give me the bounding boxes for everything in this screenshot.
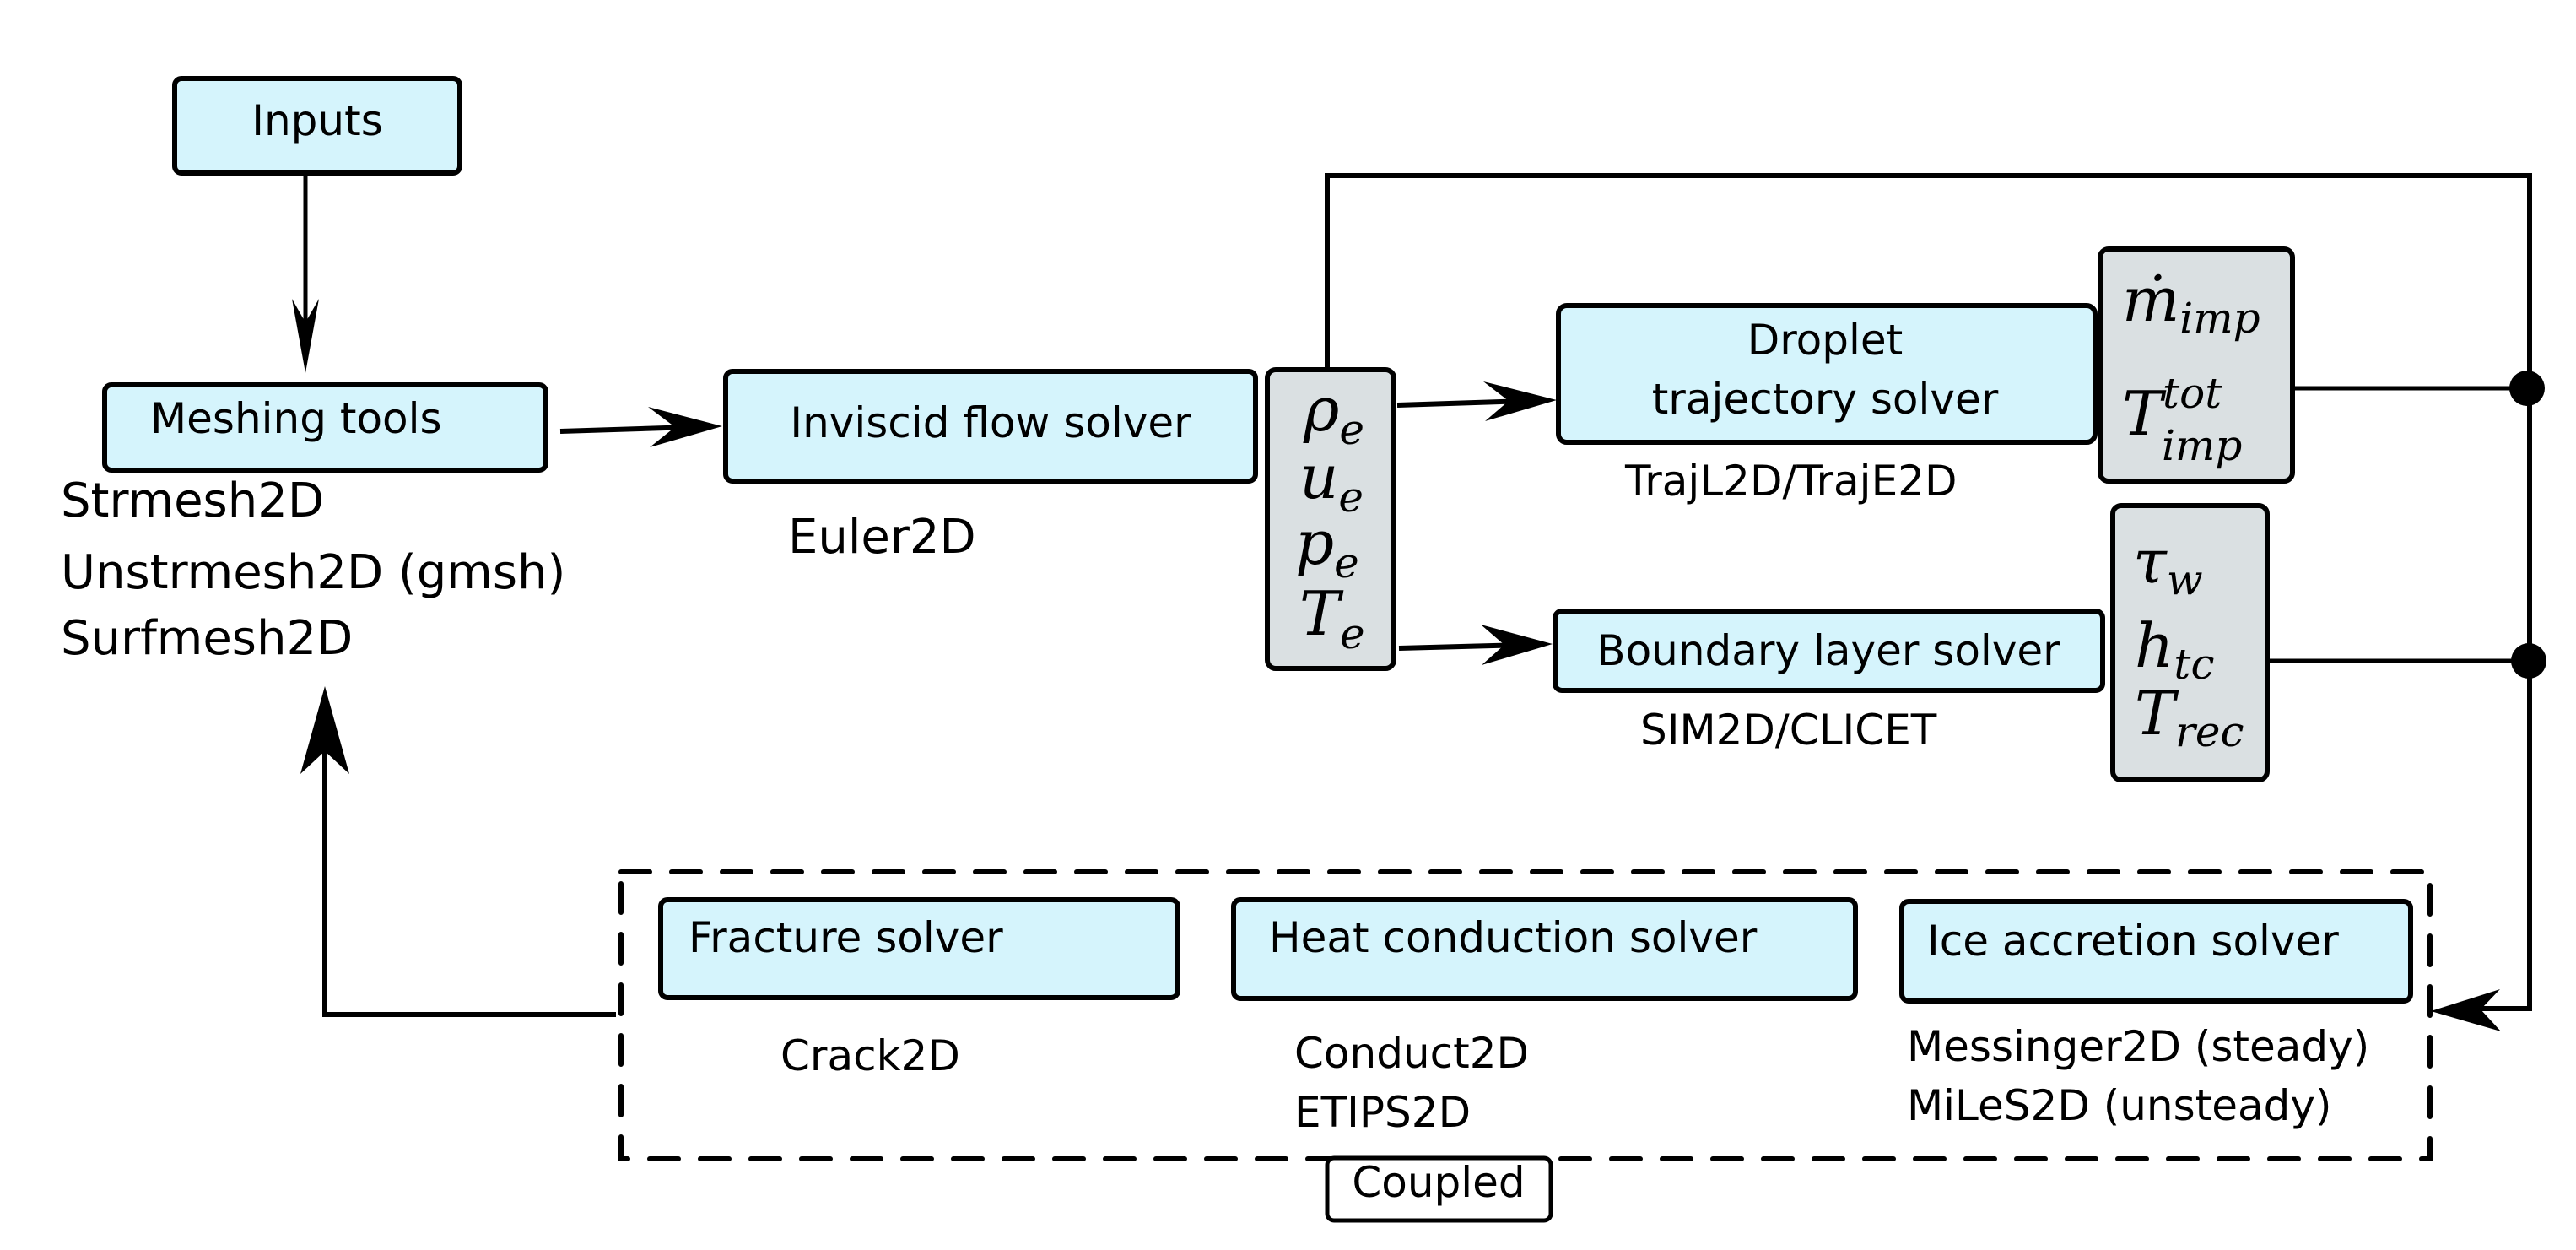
- coupled-label: Coupled: [1352, 1158, 1525, 1207]
- node-ice-accretion-solver[interactable]: Ice accretion solver: [1899, 899, 2413, 1004]
- ice-tool-2: MiLeS2D (unsteady): [1907, 1081, 2332, 1130]
- droplet-label-line2: trajectory solver: [1652, 375, 1999, 424]
- ice-tool-1: Messinger2D (steady): [1907, 1022, 2369, 1071]
- node-droplet-outputs[interactable]: ṁimp Ttot imp: [2098, 246, 2295, 484]
- meshing-tool-3: Surfmesh2D: [61, 611, 353, 666]
- fracture-label: Fracture solver: [689, 913, 1003, 962]
- fracture-tool: Crack2D: [780, 1031, 960, 1080]
- boundary-tool: SIM2D/CLICET: [1640, 706, 1937, 755]
- meshing-tool-2: Unstrmesh2D (gmsh): [61, 545, 565, 600]
- node-droplet-trajectory-solver[interactable]: Droplet trajectory solver: [1556, 303, 2098, 445]
- edge-loop-to-ice: [1325, 173, 2532, 1011]
- node-fracture-solver[interactable]: Fracture solver: [658, 897, 1180, 1000]
- junction-dot-icon: [2509, 371, 2545, 406]
- heat-tool-2: ETIPS2D: [1294, 1088, 1471, 1137]
- node-boundary-layer-solver[interactable]: Boundary layer solver: [1553, 609, 2105, 693]
- droplet-tool: TrajL2D/TrajE2D: [1624, 457, 1957, 506]
- heat-tool-1: Conduct2D: [1294, 1029, 1529, 1078]
- node-edge-variables[interactable]: ρe ue pe Te: [1265, 367, 1396, 671]
- node-inviscid-flow-solver[interactable]: Inviscid flow solver: [723, 369, 1258, 484]
- node-boundary-outputs[interactable]: τw htc Trec: [2110, 503, 2270, 782]
- node-meshing-tools[interactable]: Meshing tools: [102, 382, 548, 473]
- meshing-label: Meshing tools: [150, 394, 442, 443]
- node-heat-conduction-solver[interactable]: Heat conduction solver: [1231, 897, 1858, 1001]
- node-inputs[interactable]: Inputs: [172, 76, 462, 176]
- inputs-label: Inputs: [251, 96, 383, 145]
- junction-dot-icon: [2511, 643, 2546, 679]
- heat-label: Heat conduction solver: [1269, 913, 1758, 962]
- edge-coupled-meshing: [322, 743, 616, 1017]
- flowchart-canvas: Inputs Meshing tools Strmesh2D Unstrmesh…: [61, 76, 2546, 1223]
- droplet-label-line1: Droplet: [1747, 316, 1904, 365]
- meshing-tool-1: Strmesh2D: [61, 473, 324, 528]
- ice-label: Ice accretion solver: [1927, 917, 2339, 966]
- coupled-group-label: Coupled: [1325, 1155, 1553, 1223]
- inviscid-tool: Euler2D: [788, 510, 976, 565]
- inviscid-label: Inviscid flow solver: [790, 398, 1191, 447]
- boundary-label: Boundary layer solver: [1596, 626, 2060, 675]
